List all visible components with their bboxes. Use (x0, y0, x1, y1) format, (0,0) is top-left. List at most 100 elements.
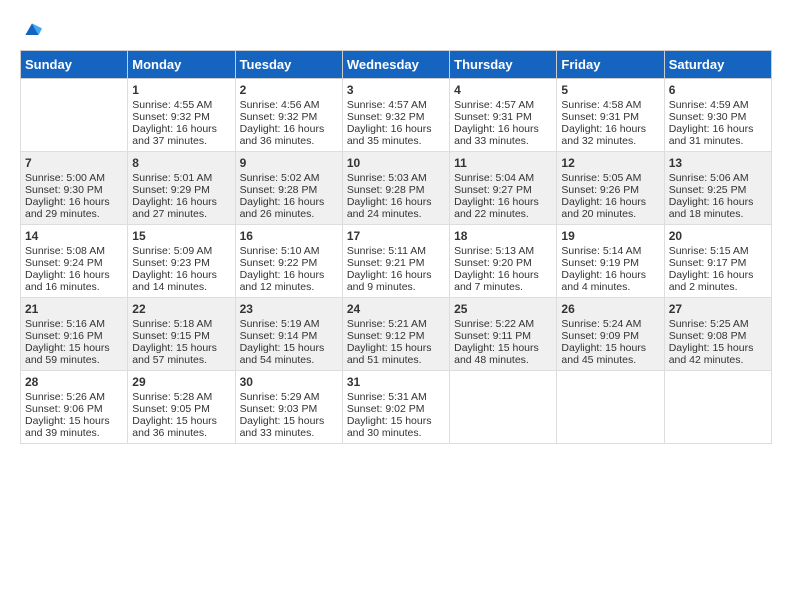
day-info-line: Daylight: 15 hours (347, 415, 445, 427)
calendar-day-cell: 26Sunrise: 5:24 AMSunset: 9:09 PMDayligh… (557, 298, 664, 371)
calendar-weekday-monday: Monday (128, 51, 235, 79)
calendar-day-cell: 3Sunrise: 4:57 AMSunset: 9:32 PMDaylight… (342, 79, 449, 152)
day-number: 5 (561, 83, 659, 97)
day-info-line: Sunset: 9:26 PM (561, 184, 659, 196)
day-info-line: Sunrise: 4:55 AM (132, 99, 230, 111)
day-info-line: Sunset: 9:32 PM (347, 111, 445, 123)
day-info-line: Sunset: 9:23 PM (132, 257, 230, 269)
day-number: 1 (132, 83, 230, 97)
calendar-day-cell: 29Sunrise: 5:28 AMSunset: 9:05 PMDayligh… (128, 371, 235, 444)
calendar-day-cell: 21Sunrise: 5:16 AMSunset: 9:16 PMDayligh… (21, 298, 128, 371)
day-info-line: Daylight: 16 hours (25, 196, 123, 208)
calendar-week-row: 28Sunrise: 5:26 AMSunset: 9:06 PMDayligh… (21, 371, 772, 444)
calendar-weekday-friday: Friday (557, 51, 664, 79)
day-info-line: Sunrise: 5:18 AM (132, 318, 230, 330)
day-info-line: Daylight: 16 hours (347, 196, 445, 208)
day-number: 28 (25, 375, 123, 389)
calendar-week-row: 21Sunrise: 5:16 AMSunset: 9:16 PMDayligh… (21, 298, 772, 371)
calendar-day-cell: 1Sunrise: 4:55 AMSunset: 9:32 PMDaylight… (128, 79, 235, 152)
calendar-day-cell: 20Sunrise: 5:15 AMSunset: 9:17 PMDayligh… (664, 225, 771, 298)
day-info-line: Sunset: 9:32 PM (240, 111, 338, 123)
day-info-line: Daylight: 16 hours (561, 123, 659, 135)
day-info-line: Sunset: 9:28 PM (347, 184, 445, 196)
day-info-line: Daylight: 16 hours (240, 196, 338, 208)
day-info-line: Daylight: 15 hours (454, 342, 552, 354)
day-info-line: and 27 minutes. (132, 208, 230, 220)
day-info-line: Sunset: 9:05 PM (132, 403, 230, 415)
day-info-line: Sunrise: 5:15 AM (669, 245, 767, 257)
day-info-line: and 33 minutes. (240, 427, 338, 439)
calendar-day-cell: 30Sunrise: 5:29 AMSunset: 9:03 PMDayligh… (235, 371, 342, 444)
day-info-line: Daylight: 16 hours (347, 123, 445, 135)
day-info-line: Daylight: 16 hours (240, 123, 338, 135)
day-info-line: and 9 minutes. (347, 281, 445, 293)
day-info-line: Daylight: 16 hours (132, 269, 230, 281)
calendar-day-cell: 31Sunrise: 5:31 AMSunset: 9:02 PMDayligh… (342, 371, 449, 444)
calendar-day-cell: 23Sunrise: 5:19 AMSunset: 9:14 PMDayligh… (235, 298, 342, 371)
day-info-line: Sunrise: 5:21 AM (347, 318, 445, 330)
calendar-day-cell: 2 Sunrise: 4:56 AMSunset: 9:32 PMDaylight… (235, 79, 342, 152)
day-info-line: Sunrise: 5:06 AM (669, 172, 767, 184)
day-info-line: and 30 minutes. (347, 427, 445, 439)
day-number: 22 (132, 302, 230, 316)
calendar-day-cell: 17Sunrise: 5:11 AMSunset: 9:21 PMDayligh… (342, 225, 449, 298)
day-number: 9 (240, 156, 338, 170)
page-header (20, 20, 772, 40)
day-info-line: Sunset: 9:15 PM (132, 330, 230, 342)
day-info-line: Sunrise: 4:59 AM (669, 99, 767, 111)
logo-icon (22, 20, 42, 40)
day-info-line: Sunset: 9:03 PM (240, 403, 338, 415)
day-info-line: Sunrise: 4:58 AM (561, 99, 659, 111)
day-info-line: and 4 minutes. (561, 281, 659, 293)
day-info-line: and 54 minutes. (240, 354, 338, 366)
day-info-line: Sunrise: 5:11 AM (347, 245, 445, 257)
day-info-line: and 18 minutes. (669, 208, 767, 220)
day-info-line: Sunrise: 4:56 AM (240, 99, 338, 111)
calendar-body: 1Sunrise: 4:55 AMSunset: 9:32 PMDaylight… (21, 79, 772, 444)
calendar-day-cell: 22 Sunrise: 5:18 AMSunset: 9:15 PMDayligh… (128, 298, 235, 371)
day-number: 12 (561, 156, 659, 170)
calendar-week-row: 7Sunrise: 5:00 AMSunset: 9:30 PMDaylight… (21, 152, 772, 225)
day-number: 17 (347, 229, 445, 243)
day-info-line: Daylight: 15 hours (132, 342, 230, 354)
day-info-line: Daylight: 16 hours (561, 269, 659, 281)
calendar-header-row: SundayMondayTuesdayWednesdayThursdayFrid… (21, 51, 772, 79)
calendar-weekday-tuesday: Tuesday (235, 51, 342, 79)
day-info-line: and 26 minutes. (240, 208, 338, 220)
day-info-line: and 59 minutes. (25, 354, 123, 366)
day-info-line: Sunset: 9:14 PM (240, 330, 338, 342)
day-info-line: Daylight: 15 hours (25, 415, 123, 427)
empty-cell (664, 371, 771, 444)
day-number: 7 (25, 156, 123, 170)
day-number: 18 (454, 229, 552, 243)
day-info-line: Sunset: 9:11 PM (454, 330, 552, 342)
day-info-line: Sunrise: 5:10 AM (240, 245, 338, 257)
day-info-line: Daylight: 16 hours (454, 269, 552, 281)
day-info-line: and 51 minutes. (347, 354, 445, 366)
day-info-line: and 20 minutes. (561, 208, 659, 220)
day-info-line: Sunset: 9:17 PM (669, 257, 767, 269)
day-info-line: and 22 minutes. (454, 208, 552, 220)
day-info-line: and 29 minutes. (25, 208, 123, 220)
day-number: 13 (669, 156, 767, 170)
day-info-line: and 36 minutes. (240, 135, 338, 147)
day-info-line: Daylight: 16 hours (669, 196, 767, 208)
day-info-line: and 14 minutes. (132, 281, 230, 293)
day-info-line: and 24 minutes. (347, 208, 445, 220)
day-info-line: and 39 minutes. (25, 427, 123, 439)
day-info-line: Sunrise: 5:02 AM (240, 172, 338, 184)
day-number: 2 (240, 83, 338, 97)
day-info-line: Sunrise: 5:00 AM (25, 172, 123, 184)
day-info-line: Sunrise: 5:25 AM (669, 318, 767, 330)
day-info-line: Sunset: 9:31 PM (454, 111, 552, 123)
day-number: 20 (669, 229, 767, 243)
day-info-line: Sunrise: 5:01 AM (132, 172, 230, 184)
day-number: 4 (454, 83, 552, 97)
day-info-line: and 2 minutes. (669, 281, 767, 293)
day-info-line: and 7 minutes. (454, 281, 552, 293)
day-info-line: Sunset: 9:31 PM (561, 111, 659, 123)
day-info-line: Daylight: 15 hours (561, 342, 659, 354)
calendar-day-cell: 16Sunrise: 5:10 AMSunset: 9:22 PMDayligh… (235, 225, 342, 298)
day-info-line: Daylight: 15 hours (132, 415, 230, 427)
empty-cell (557, 371, 664, 444)
